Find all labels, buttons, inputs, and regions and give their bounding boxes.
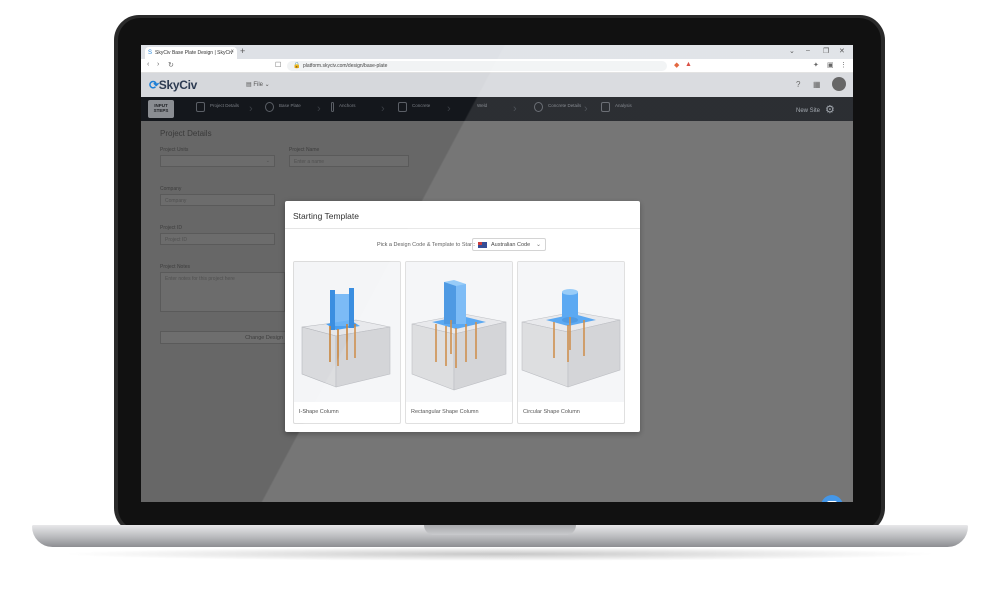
modal-title: Starting Template (293, 211, 359, 221)
browser-menu-icon[interactable]: ⋮ (840, 61, 847, 69)
minimize-button[interactable]: – (806, 47, 810, 54)
i-shape-column-image (294, 262, 400, 402)
anchor-icon (331, 102, 334, 112)
browser-tab[interactable]: S SkyCiv Base Plate Design | SkyCiv × (145, 47, 237, 59)
starting-template-modal: Starting Template Pick a Design Code & T… (285, 201, 640, 432)
design-code-label: Pick a Design Code & Template to Start: (377, 242, 476, 248)
weld-icon (463, 102, 472, 112)
project-id-input[interactable]: Project ID (160, 233, 275, 245)
template-card-i-shape[interactable]: I-Shape Column (293, 261, 401, 424)
company-label: Company (160, 186, 182, 192)
step-label: Anchors (339, 103, 356, 108)
laptop-screen: S SkyCiv Base Plate Design | SkyCiv × + … (141, 45, 853, 502)
design-code-select[interactable]: Australian Code ⌄ (472, 238, 546, 251)
back-icon[interactable]: ‹ (147, 61, 149, 68)
address-bar[interactable]: 🔒 platform.skyciv.com/design/base-plate (287, 61, 667, 71)
step-label: Base Plate (279, 103, 301, 108)
chat-icon (827, 501, 837, 502)
browser-toolbar: ‹ › ↻ ☐ 🔒 platform.skyciv.com/design/bas… (141, 59, 853, 73)
avatar[interactable] (832, 77, 846, 91)
new-site-button[interactable]: New Site (796, 108, 820, 114)
browser-tab-bar: S SkyCiv Base Plate Design | SkyCiv × + … (141, 45, 853, 59)
modal-divider (285, 228, 640, 229)
app-header: ⟳SkyCiv ▤ File ⌄ ? ▦ (141, 73, 853, 97)
settings-gear-icon[interactable]: ⚙ (825, 103, 835, 116)
company-input[interactable]: Company (160, 194, 275, 206)
australia-flag-icon (478, 242, 487, 248)
input-steps-label: INPUT STEPS (148, 100, 174, 118)
concrete-icon (398, 102, 407, 112)
chevron-down-icon: ⌄ (535, 242, 541, 248)
chevron-right-icon: › (447, 103, 451, 115)
tab-close-icon[interactable]: × (230, 49, 234, 55)
apps-grid-icon[interactable]: ▦ (813, 80, 821, 89)
step-label: Concrete Details (548, 103, 582, 108)
input-steps-bar: INPUT STEPS Project Details › Base Plate… (141, 97, 853, 121)
tab-title: SkyCiv Base Plate Design | SkyCiv (155, 50, 233, 56)
design-code-value: Australian Code (491, 242, 531, 248)
project-notes-label: Project Notes (160, 264, 191, 270)
project-name-input[interactable]: Enter a name (289, 155, 409, 167)
change-design-button[interactable]: Change Design (160, 331, 290, 344)
laptop-mockup: S SkyCiv Base Plate Design | SkyCiv × + … (0, 0, 1000, 595)
calculator-icon (601, 102, 610, 112)
chevron-right-icon: › (584, 103, 588, 115)
project-units-select[interactable]: ⌄ (160, 155, 275, 167)
skyciv-app: ⟳SkyCiv ▤ File ⌄ ? ▦ INPUT STEPS Project… (141, 73, 853, 502)
reload-icon[interactable]: ↻ (168, 61, 174, 69)
plus-circle-icon (534, 102, 543, 112)
step-label: Weld (477, 103, 488, 108)
template-label: Rectangular Shape Column (411, 409, 479, 415)
page-title: Project Details (160, 129, 212, 138)
circular-column-image (518, 262, 624, 402)
warning-icon[interactable]: ▲ (685, 61, 692, 68)
file-menu-label: File (253, 82, 264, 88)
brave-shield-icon[interactable]: ◆ (674, 61, 679, 69)
url-text: platform.skyciv.com/design/base-plate (303, 63, 388, 69)
step-label: Project Details (210, 103, 240, 108)
project-id-label: Project ID (160, 225, 182, 231)
project-units-label: Project Units (160, 147, 189, 153)
chevron-down-icon: ⌄ (265, 158, 270, 164)
new-tab-button[interactable]: + (240, 46, 245, 56)
template-card-rectangular[interactable]: Rectangular Shape Column (405, 261, 513, 424)
close-window-button[interactable]: ✕ (839, 47, 845, 55)
forward-icon[interactable]: › (157, 61, 159, 68)
chevron-right-icon: › (381, 103, 385, 115)
document-icon (196, 102, 205, 112)
template-card-circular[interactable]: Circular Shape Column (517, 261, 625, 424)
skyciv-logo[interactable]: ⟳SkyCiv (149, 78, 197, 92)
project-name-label: Project Name (289, 147, 320, 153)
step-label: Analysis (615, 103, 632, 108)
template-label: I-Shape Column (299, 409, 339, 415)
chat-button[interactable] (821, 495, 843, 502)
skyciv-favicon-icon: S (148, 50, 153, 56)
tab-search-icon[interactable]: ⌄ (789, 47, 795, 55)
rectangular-column-image (406, 262, 512, 402)
extensions-icon[interactable]: ✦ (813, 61, 819, 69)
plate-icon (265, 102, 274, 112)
bookmark-icon[interactable]: ☐ (275, 61, 281, 69)
chevron-right-icon: › (249, 103, 253, 115)
project-notes-textarea[interactable]: Enter notes for this project here (160, 272, 285, 312)
step-label: Concrete (412, 103, 431, 108)
restore-button[interactable]: ❐ (823, 47, 829, 55)
laptop-notch (424, 525, 576, 535)
lock-icon: 🔒 (293, 63, 301, 69)
laptop-shadow (60, 547, 940, 561)
chevron-right-icon: › (317, 103, 321, 115)
sidepanel-icon[interactable]: ▣ (827, 61, 834, 69)
file-menu[interactable]: ▤ File ⌄ (246, 81, 270, 88)
template-label: Circular Shape Column (523, 409, 580, 415)
help-icon[interactable]: ? (796, 80, 800, 89)
logo-text: SkyCiv (158, 78, 198, 92)
chevron-right-icon: › (513, 103, 517, 115)
